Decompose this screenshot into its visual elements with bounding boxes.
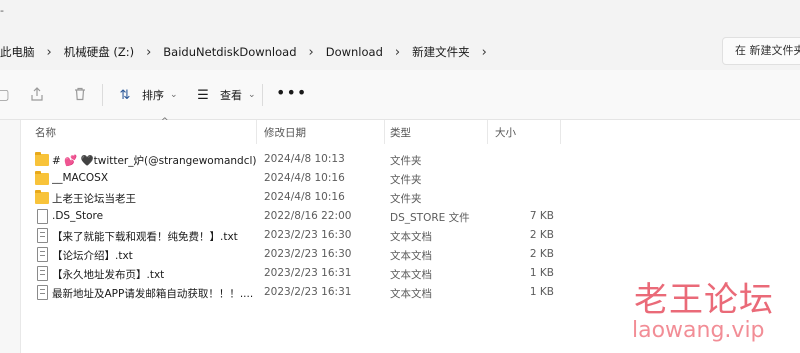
file-name: .DS_Store [52,210,104,222]
column-divider[interactable] [560,120,561,144]
folder-icon [35,171,49,185]
file-name: __MACOSX [52,172,109,184]
file-size: 7 KB [529,210,554,222]
file-name: 上老王论坛当老王 [52,193,136,205]
search-input[interactable]: 在 新建文件夹 [722,37,800,65]
file-icon [37,209,48,224]
text-file-icon [37,247,48,262]
chevron-right-icon[interactable]: › [301,45,322,60]
file-date: 2023/2/23 16:31 [264,286,352,298]
file-type: 文件夹 [390,155,422,167]
file-name: 最新地址及APP请发邮箱自动获取！！！.... [52,288,254,300]
file-name: # 💕 🖤twitter_炉(@strangewomandcl) [52,155,257,167]
text-file-icon [37,266,48,281]
view-label: 查看 [220,89,242,102]
column-header-size[interactable]: 大小 [495,125,516,140]
chevron-right-icon[interactable]: › [138,45,159,60]
file-name: 【论坛介绍】.txt [52,250,133,262]
file-type: 文件夹 [390,174,422,186]
sort-ascending-icon: ^ [161,117,169,127]
file-type: DS_STORE 文件 [390,212,470,224]
list-item[interactable]: __MACOSX 2024/4/8 10:16 文件夹 [22,170,562,189]
breadcrumb-this-pc[interactable]: 此电脑 [0,44,39,60]
breadcrumb-new-folder[interactable]: 新建文件夹 [408,44,474,60]
list-item[interactable]: .DS_Store 2022/8/16 22:00 DS_STORE 文件 7 … [22,208,562,227]
text-file-icon [37,228,48,243]
breadcrumb-download[interactable]: Download [322,45,387,59]
list-item[interactable]: 【来了就能下载和观看！纯免费！】.txt 2023/2/23 16:30 文本文… [22,227,562,246]
file-size: 1 KB [529,267,554,279]
file-size: 2 KB [529,248,554,260]
column-divider[interactable] [256,120,257,144]
sort-label: 排序 [142,89,164,102]
column-header-type[interactable]: 类型 [390,125,411,140]
address-bar-row: 此电脑 › 机械硬盘 (Z:) › BaiduNetdiskDownload ›… [0,34,800,70]
breadcrumb-drive[interactable]: 机械硬盘 (Z:) [60,44,138,60]
file-name: 【永久地址发布页】.txt [52,269,165,281]
list-item[interactable]: 上老王论坛当老王 2024/4/8 10:16 文件夹 [22,189,562,208]
file-type: 文件夹 [390,193,422,205]
list-item[interactable]: 【永久地址发布页】.txt 2023/2/23 16:31 文本文档 1 KB [22,265,562,284]
delete-icon[interactable] [71,86,89,104]
column-divider[interactable] [384,120,385,144]
file-name: 【来了就能下载和观看！纯免费！】.txt [52,231,238,243]
list-item[interactable]: # 💕 🖤twitter_炉(@strangewomandcl) 2024/4/… [22,151,562,170]
breadcrumb[interactable]: 此电脑 › 机械硬盘 (Z:) › BaiduNetdiskDownload ›… [0,38,712,66]
chevron-right-icon[interactable]: › [39,45,60,60]
file-type: 文本文档 [390,288,432,300]
chevron-right-icon[interactable]: › [387,45,408,60]
file-type: 文本文档 [390,231,432,243]
file-date: 2024/4/8 10:13 [264,153,345,165]
file-date: 2024/4/8 10:16 [264,172,345,184]
share-icon[interactable] [28,86,46,104]
list-item[interactable]: 【论坛介绍】.txt 2023/2/23 16:30 文本文档 2 KB [22,246,562,265]
more-icon[interactable]: ••• [276,83,307,102]
file-date: 2024/4/8 10:16 [264,191,345,203]
title-bar: - [0,0,800,34]
text-file-icon [37,285,48,300]
sort-button[interactable]: ⇅ 排序 ⌄ [116,83,178,107]
paste-icon[interactable]: ▢ [0,86,12,104]
view-icon: ☰ [197,87,209,103]
toolbar-divider [102,84,103,106]
folder-icon [35,190,49,204]
toolbar-divider [262,84,263,106]
command-bar: ▢ ⇅ 排序 ⌄ ☰ 查看 ⌄ ••• [0,70,800,120]
view-button[interactable]: ☰ 查看 ⌄ [194,83,256,107]
watermark-title: 老王论坛 [634,280,774,320]
breadcrumb-baidunetdisk[interactable]: BaiduNetdiskDownload [159,45,300,59]
file-size: 1 KB [529,286,554,298]
file-date: 2023/2/23 16:30 [264,248,352,260]
title-mark: - [0,4,4,17]
watermark: 老王论坛 laowang.vip [600,272,800,353]
file-date: 2023/2/23 16:31 [264,267,352,279]
list-item[interactable]: 最新地址及APP请发邮箱自动获取！！！.... 2023/2/23 16:31 … [22,284,562,303]
column-divider[interactable] [487,120,488,144]
chevron-down-icon: ⌄ [170,90,178,100]
file-date: 2022/8/16 22:00 [264,210,352,222]
folder-icon [35,152,49,166]
column-headers: ^ 名称 修改日期 类型 大小 [22,117,562,144]
file-date: 2023/2/23 16:30 [264,229,352,241]
column-header-date[interactable]: 修改日期 [264,125,306,140]
file-size: 2 KB [529,229,554,241]
file-type: 文本文档 [390,269,432,281]
chevron-down-icon: ⌄ [248,90,256,100]
watermark-url: laowang.vip [632,318,765,343]
file-type: 文本文档 [390,250,432,262]
chevron-right-icon[interactable]: › [474,45,495,60]
navigation-pane[interactable] [0,120,21,353]
column-header-name[interactable]: 名称 [35,125,56,140]
sort-icon: ⇅ [119,87,131,103]
